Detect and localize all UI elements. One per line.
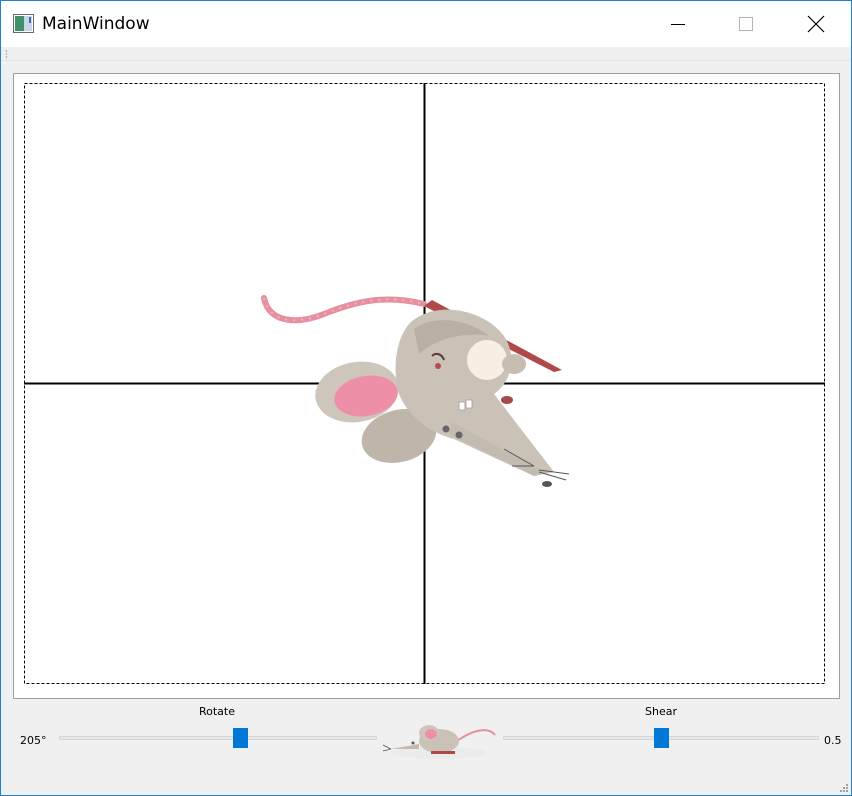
graphics-scene[interactable] (14, 74, 839, 698)
shear-value: 0.5 (824, 734, 842, 747)
size-grip-icon[interactable] (838, 782, 848, 792)
rotate-slider[interactable] (59, 727, 377, 749)
rotate-label: Rotate (198, 705, 235, 718)
rotate-slider-groove[interactable] (59, 736, 377, 740)
minimize-icon (671, 24, 685, 25)
title-bar[interactable]: MainWindow (1, 1, 851, 47)
graphics-view[interactable] (13, 73, 840, 699)
toolbar (1, 47, 851, 61)
maximize-button[interactable] (711, 1, 781, 47)
rotate-slider-handle[interactable] (233, 728, 249, 748)
shear-label: Shear (645, 705, 677, 718)
shear-slider[interactable] (503, 727, 819, 749)
window-title: MainWindow (42, 14, 150, 34)
close-icon (807, 15, 825, 33)
rotate-value: 205° (20, 734, 47, 747)
close-button[interactable] (781, 1, 851, 47)
minimize-button[interactable] (643, 1, 713, 47)
shear-slider-handle[interactable] (654, 728, 669, 748)
app-window-icon (13, 14, 34, 33)
mouse-image[interactable] (261, 295, 570, 487)
toolbar-grip-icon[interactable] (5, 49, 8, 58)
mouse-thumbnail-image (382, 725, 496, 759)
maximize-icon (739, 17, 753, 31)
main-window: MainWindow Rotate Shear 205° 0.5 (0, 0, 852, 796)
